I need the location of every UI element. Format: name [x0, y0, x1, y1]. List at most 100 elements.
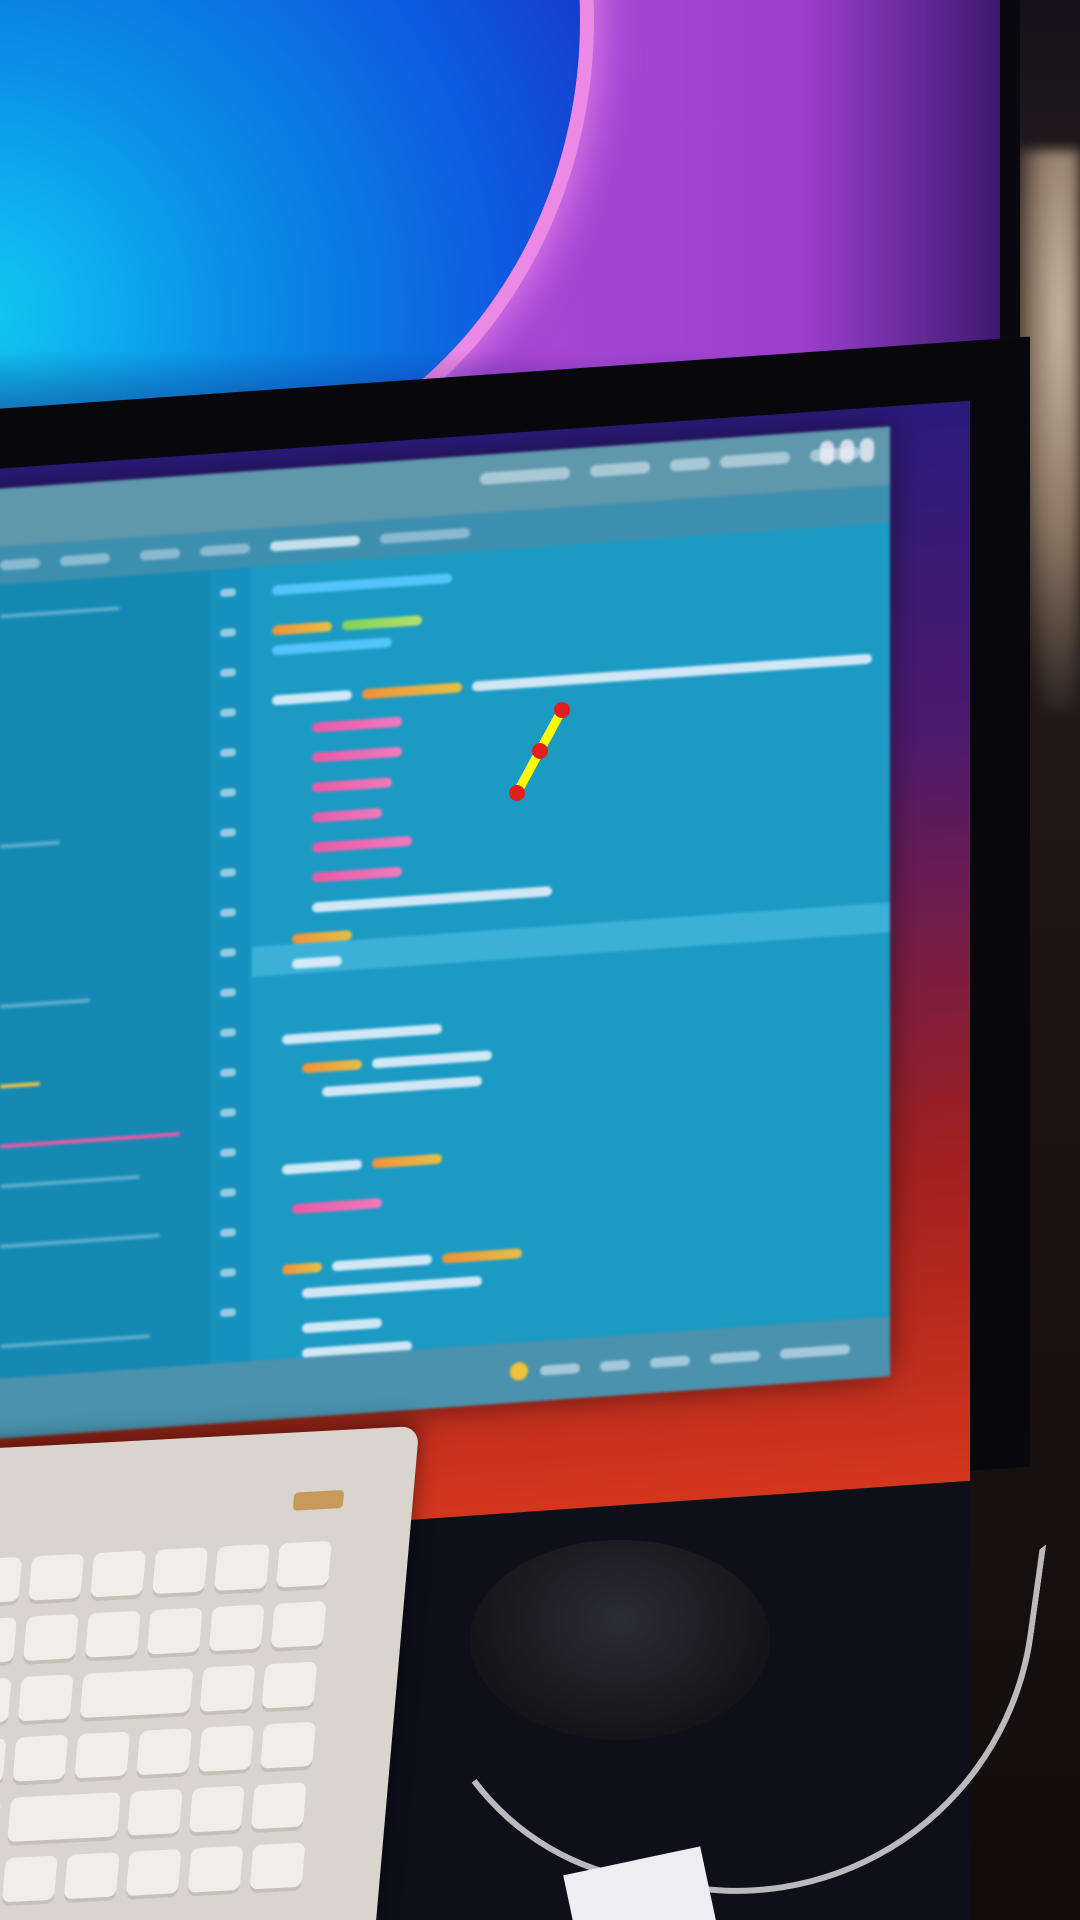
line-number [220, 1268, 236, 1278]
key-row [0, 1601, 327, 1669]
sidebar-item[interactable] [0, 998, 90, 1009]
sidebar-item[interactable] [0, 1174, 140, 1189]
key [27, 1553, 85, 1605]
code-line [292, 1197, 382, 1215]
code-line [472, 653, 872, 692]
line-number [220, 868, 236, 878]
key [125, 1848, 182, 1900]
line-number [220, 948, 236, 958]
key [249, 1842, 306, 1894]
status-item[interactable] [600, 1359, 630, 1372]
key-row [0, 1661, 318, 1729]
key [12, 1734, 69, 1786]
key [135, 1728, 193, 1780]
key [0, 1556, 23, 1608]
key [0, 1737, 7, 1789]
key [89, 1550, 147, 1602]
sidebar-item[interactable] [0, 1081, 40, 1089]
toolbar-item[interactable] [480, 466, 570, 486]
line-number [220, 628, 236, 638]
key [22, 1614, 79, 1666]
key [63, 1852, 120, 1904]
line-number [220, 708, 236, 718]
minimize-button[interactable] [820, 440, 834, 466]
code-line [332, 1254, 432, 1272]
line-number [220, 1148, 236, 1158]
line-number [220, 788, 236, 798]
key [199, 1664, 256, 1716]
sidebar-item[interactable] [0, 1334, 150, 1349]
code-line [302, 1059, 362, 1074]
key [188, 1785, 245, 1837]
line-number [220, 1108, 236, 1118]
keyboard-indicator [292, 1489, 345, 1511]
status-item[interactable] [710, 1350, 760, 1364]
key [126, 1788, 183, 1840]
code-line [312, 746, 402, 763]
status-item[interactable] [780, 1344, 850, 1360]
code-line [312, 835, 412, 853]
status-item[interactable] [540, 1363, 580, 1376]
key [0, 1798, 2, 1850]
code-line [442, 1248, 522, 1264]
keyboard [0, 1425, 420, 1920]
key [197, 1724, 255, 1776]
code-line [282, 1262, 322, 1275]
editor-tab[interactable] [140, 548, 180, 561]
project-sidebar[interactable] [0, 569, 212, 1440]
line-number [220, 1068, 236, 1078]
toolbar-item[interactable] [670, 456, 710, 472]
maximize-button[interactable] [840, 438, 854, 464]
key [84, 1610, 141, 1662]
editor-tab[interactable] [200, 543, 250, 557]
code-line [312, 716, 402, 733]
editor-tab[interactable] [0, 557, 40, 571]
code-line [272, 689, 352, 706]
editor-tab-active[interactable] [270, 535, 360, 552]
sidebar-item[interactable] [0, 1233, 160, 1249]
key [261, 1661, 318, 1713]
code-line [302, 1275, 482, 1299]
key [275, 1540, 332, 1592]
key [0, 1677, 12, 1729]
key [1, 1855, 58, 1907]
line-number [220, 1228, 236, 1238]
line-number [220, 1308, 236, 1318]
code-line [312, 866, 402, 883]
code-line [372, 1050, 492, 1069]
sidebar-item[interactable] [0, 606, 120, 619]
key [250, 1782, 307, 1834]
line-number-gutter [210, 567, 250, 1424]
key [146, 1607, 203, 1659]
line-number [220, 1028, 236, 1038]
editor-tab[interactable] [380, 527, 470, 545]
toolbar-item[interactable] [720, 451, 790, 469]
status-item[interactable] [650, 1355, 690, 1369]
toolbar-item[interactable] [590, 461, 650, 478]
key-row [0, 1540, 332, 1608]
line-number [220, 1188, 236, 1198]
line-number [220, 748, 236, 758]
code-line [342, 615, 422, 631]
cable [385, 1459, 1047, 1920]
editor-tab[interactable] [60, 552, 110, 567]
line-number [220, 588, 236, 598]
sidebar-item[interactable] [0, 1132, 180, 1149]
code-line [312, 777, 392, 793]
code-line [302, 1317, 382, 1334]
line-number [220, 988, 236, 998]
key [151, 1547, 208, 1599]
close-button[interactable] [860, 437, 874, 463]
sidebar-item[interactable] [0, 840, 60, 849]
key [270, 1601, 327, 1653]
code-line [372, 1153, 442, 1169]
line-number [220, 668, 236, 678]
key [6, 1792, 121, 1847]
code-line [312, 807, 382, 823]
warning-icon[interactable] [510, 1361, 528, 1381]
code-line [272, 637, 392, 656]
code-editor-pane[interactable] [252, 522, 890, 1361]
code-editor-window[interactable] [0, 426, 890, 1441]
key-row [0, 1721, 316, 1789]
key [213, 1543, 270, 1595]
